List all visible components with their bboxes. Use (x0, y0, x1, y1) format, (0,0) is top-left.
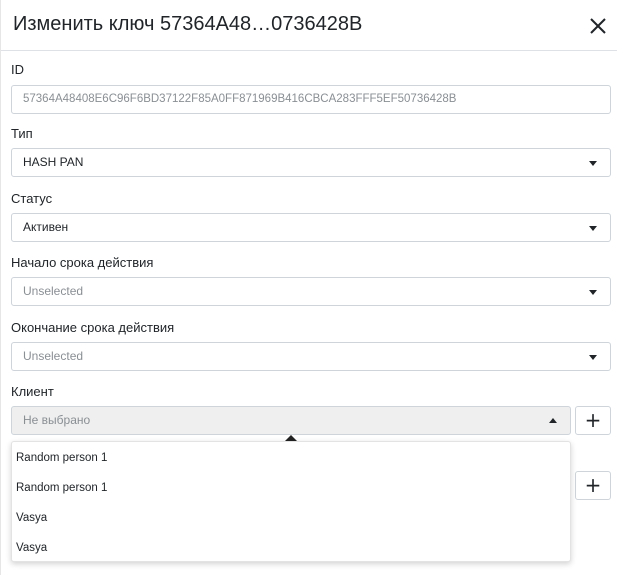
type-label: Тип (11, 126, 33, 141)
dropdown-option[interactable]: Random person 1 (12, 473, 570, 503)
end-date-select[interactable]: Unselected (11, 342, 611, 371)
dropdown-option[interactable]: Random person 1 (12, 443, 570, 473)
start-date-select[interactable]: Unselected (11, 277, 611, 306)
start-date-select-value: Unselected (23, 284, 84, 298)
client-dropdown-menu: Random person 1 Random person 1 Vasya Va… (11, 441, 571, 562)
client-select-value: Не выбрано (23, 413, 91, 427)
modal-title: Изменить ключ 57364A48…0736428B (13, 13, 363, 35)
modal-header: Изменить ключ 57364A48…0736428B (1, 0, 617, 51)
status-select-value: Активен (23, 220, 69, 234)
type-select-value: HASH PAN (23, 155, 84, 169)
type-select[interactable]: HASH PAN (11, 148, 611, 177)
id-input[interactable]: 57364A48408E6C96F6BD37122F85A0FF871969B4… (11, 85, 611, 114)
client-select[interactable]: Не выбрано (11, 406, 571, 435)
status-select[interactable]: Активен (11, 213, 611, 242)
end-date-label: Окончание срока действия (11, 320, 175, 335)
chevron-down-icon (589, 161, 597, 166)
dropdown-option[interactable]: Vasya (12, 533, 570, 563)
add-button[interactable]: + (575, 471, 611, 500)
close-icon (590, 18, 606, 34)
chevron-down-icon (589, 290, 597, 295)
dropdown-option[interactable]: Vasya (12, 503, 570, 533)
start-date-label: Начало срока действия (11, 255, 154, 270)
client-label: Клиент (11, 384, 54, 399)
end-date-select-value: Unselected (23, 349, 84, 363)
edit-key-modal: Изменить ключ 57364A48…0736428B ID 57364… (0, 0, 617, 575)
status-label: Статус (11, 191, 53, 206)
add-client-button[interactable]: + (575, 406, 611, 435)
chevron-up-icon (549, 418, 557, 423)
chevron-down-icon (589, 355, 597, 360)
close-button[interactable] (586, 14, 610, 38)
id-label: ID (11, 62, 24, 77)
chevron-down-icon (589, 226, 597, 231)
